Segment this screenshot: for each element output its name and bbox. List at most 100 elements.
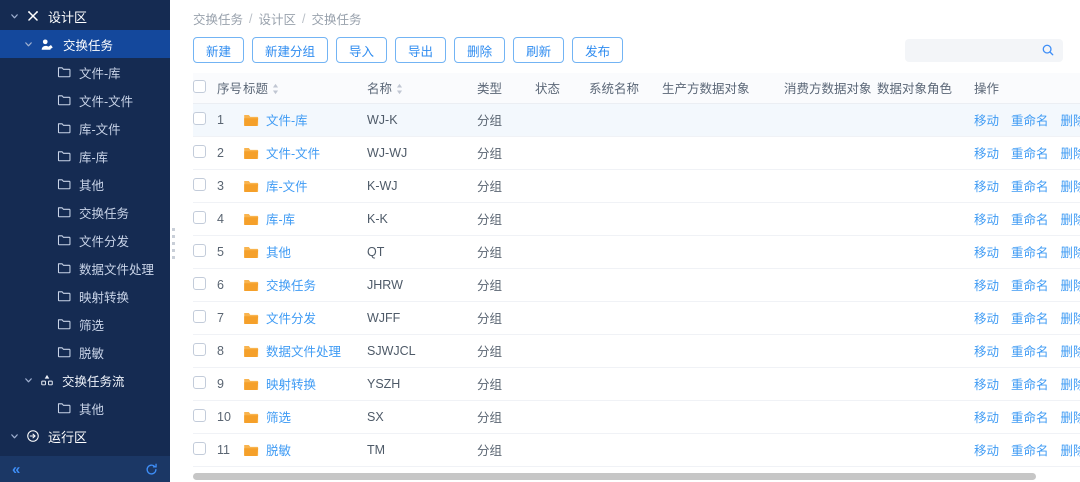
- move-link[interactable]: 移动: [974, 411, 999, 425]
- move-link[interactable]: 移动: [974, 279, 999, 293]
- rename-link[interactable]: 重命名: [1011, 114, 1049, 128]
- sidebar-item[interactable]: 数据文件处理: [0, 254, 170, 282]
- row-checkbox[interactable]: [193, 376, 206, 389]
- delete-link[interactable]: 删除: [1061, 114, 1080, 128]
- delete-link[interactable]: 删除: [1061, 147, 1080, 161]
- row-title-link[interactable]: 库-库: [266, 209, 295, 228]
- table-row: 4库-库K-K分组移动重命名删除: [193, 202, 1080, 235]
- move-link[interactable]: 移动: [974, 213, 999, 227]
- collapse-sidebar-button[interactable]: «: [12, 462, 20, 477]
- row-checkbox[interactable]: [193, 277, 206, 290]
- sidebar-resize-handle[interactable]: [172, 228, 175, 261]
- row-checkbox[interactable]: [193, 343, 206, 356]
- move-link[interactable]: 移动: [974, 378, 999, 392]
- breadcrumb-item[interactable]: 交换任务: [193, 9, 243, 28]
- breadcrumb-item[interactable]: 设计区: [259, 9, 297, 28]
- sidebar-item[interactable]: 运行区: [0, 422, 170, 450]
- delete-button[interactable]: 删除: [454, 37, 505, 63]
- delete-link[interactable]: 删除: [1061, 180, 1080, 194]
- rename-link[interactable]: 重命名: [1011, 378, 1049, 392]
- row-checkbox[interactable]: [193, 211, 206, 224]
- delete-link[interactable]: 删除: [1061, 312, 1080, 326]
- sidebar-item[interactable]: 设计区: [0, 2, 170, 30]
- move-link[interactable]: 移动: [974, 345, 999, 359]
- delete-link[interactable]: 删除: [1061, 213, 1080, 227]
- rename-link[interactable]: 重命名: [1011, 246, 1049, 260]
- sort-icon[interactable]: [396, 83, 403, 95]
- row-title-link[interactable]: 其他: [266, 242, 291, 261]
- row-title-link[interactable]: 交换任务: [266, 275, 316, 294]
- new-group-button[interactable]: 新建分组: [252, 37, 328, 63]
- sidebar-item[interactable]: 筛选: [0, 310, 170, 338]
- delete-link[interactable]: 删除: [1061, 411, 1080, 425]
- row-checkbox[interactable]: [193, 442, 206, 455]
- horizontal-scrollbar-thumb[interactable]: [193, 473, 1036, 480]
- new-button[interactable]: 新建: [193, 37, 244, 63]
- sidebar-item[interactable]: 交换任务: [0, 30, 170, 58]
- delete-link[interactable]: 删除: [1061, 246, 1080, 260]
- sidebar-item[interactable]: 文件分发: [0, 226, 170, 254]
- search-icon[interactable]: [1041, 43, 1055, 57]
- rename-link[interactable]: 重命名: [1011, 180, 1049, 194]
- sidebar-item[interactable]: 交换任务流: [0, 366, 170, 394]
- folder-icon: [57, 205, 71, 219]
- sidebar-item[interactable]: 交换任务: [0, 198, 170, 226]
- rename-link[interactable]: 重命名: [1011, 312, 1049, 326]
- row-title-link[interactable]: 文件分发: [266, 308, 316, 327]
- move-link[interactable]: 移动: [974, 312, 999, 326]
- sidebar-item[interactable]: 库-文件: [0, 114, 170, 142]
- sidebar-item[interactable]: 文件-文件: [0, 86, 170, 114]
- sort-icon[interactable]: [272, 83, 279, 95]
- row-checkbox[interactable]: [193, 112, 206, 125]
- cell-consumer-object: [784, 367, 877, 400]
- row-title-link[interactable]: 库-文件: [266, 176, 308, 195]
- move-link[interactable]: 移动: [974, 444, 999, 458]
- rename-link[interactable]: 重命名: [1011, 411, 1049, 425]
- refresh-button[interactable]: 刷新: [513, 37, 564, 63]
- folder-icon: [57, 317, 71, 331]
- search-input[interactable]: [905, 43, 1041, 57]
- breadcrumb-item[interactable]: 交换任务: [312, 9, 362, 28]
- row-title-link[interactable]: 映射转换: [266, 374, 316, 393]
- publish-button[interactable]: 发布: [572, 37, 623, 63]
- cell-consumer-object: [784, 169, 877, 202]
- select-all-checkbox[interactable]: [193, 80, 206, 93]
- move-link[interactable]: 移动: [974, 147, 999, 161]
- move-link[interactable]: 移动: [974, 114, 999, 128]
- sidebar-item[interactable]: 文件-库: [0, 58, 170, 86]
- row-checkbox[interactable]: [193, 244, 206, 257]
- row-title-link[interactable]: 筛选: [266, 407, 291, 426]
- export-button[interactable]: 导出: [395, 37, 446, 63]
- sidebar-item-label: 交换任务: [79, 203, 129, 222]
- rename-link[interactable]: 重命名: [1011, 213, 1049, 227]
- row-title-link[interactable]: 文件-文件: [266, 143, 320, 162]
- move-link[interactable]: 移动: [974, 180, 999, 194]
- sidebar-item[interactable]: 脱敏: [0, 338, 170, 366]
- delete-link[interactable]: 删除: [1061, 279, 1080, 293]
- row-checkbox[interactable]: [193, 409, 206, 422]
- sidebar-item[interactable]: 其他: [0, 170, 170, 198]
- rename-link[interactable]: 重命名: [1011, 345, 1049, 359]
- sidebar-item[interactable]: 其他: [0, 394, 170, 422]
- delete-link[interactable]: 删除: [1061, 378, 1080, 392]
- row-index: 7: [217, 311, 224, 325]
- row-title-link[interactable]: 文件-库: [266, 110, 308, 129]
- row-checkbox[interactable]: [193, 310, 206, 323]
- table-row: 9映射转换YSZH分组移动重命名删除: [193, 367, 1080, 400]
- row-checkbox[interactable]: [193, 178, 206, 191]
- sidebar-item-label: 其他: [79, 175, 104, 194]
- move-link[interactable]: 移动: [974, 246, 999, 260]
- rename-link[interactable]: 重命名: [1011, 444, 1049, 458]
- row-title-link[interactable]: 脱敏: [266, 440, 291, 459]
- sidebar-item[interactable]: 库-库: [0, 142, 170, 170]
- rename-link[interactable]: 重命名: [1011, 279, 1049, 293]
- chevron-down-icon: [10, 12, 19, 21]
- sidebar-item[interactable]: 映射转换: [0, 282, 170, 310]
- import-button[interactable]: 导入: [336, 37, 387, 63]
- row-checkbox[interactable]: [193, 145, 206, 158]
- rename-link[interactable]: 重命名: [1011, 147, 1049, 161]
- delete-link[interactable]: 删除: [1061, 345, 1080, 359]
- row-title-link[interactable]: 数据文件处理: [266, 341, 341, 360]
- delete-link[interactable]: 删除: [1061, 444, 1080, 458]
- refresh-icon[interactable]: [145, 463, 158, 476]
